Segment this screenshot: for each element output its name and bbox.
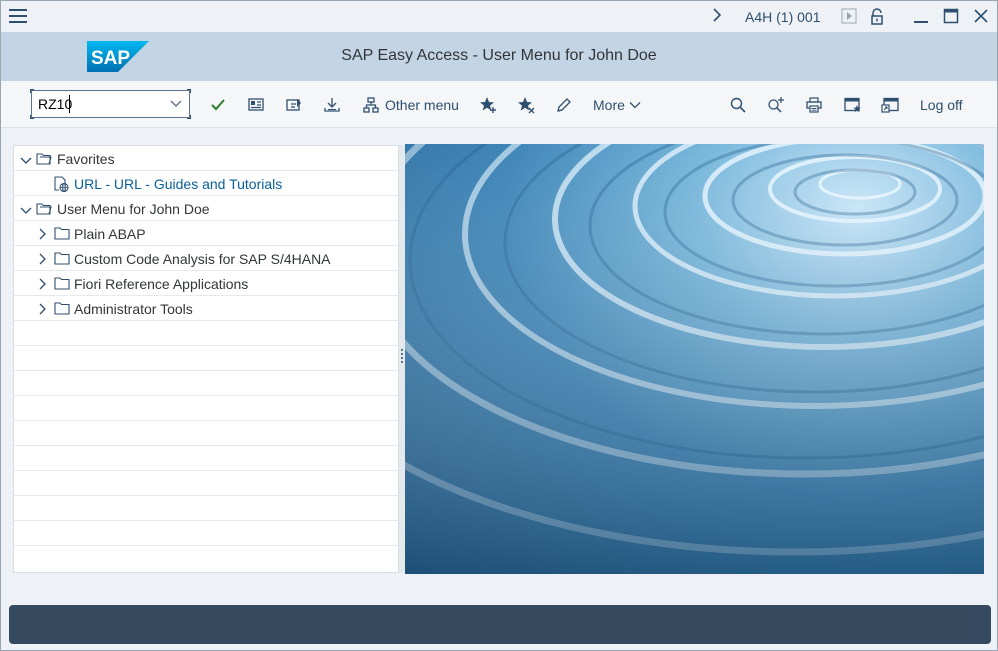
tree-label: Plain ABAP <box>74 226 146 242</box>
folder-icon <box>54 301 70 315</box>
empty-row <box>14 396 398 421</box>
maximize-icon[interactable] <box>943 8 959 24</box>
tree-label: Custom Code Analysis for SAP S/4HANA <box>74 251 331 267</box>
hamburger-icon[interactable] <box>9 9 27 23</box>
folder-icon <box>54 251 70 265</box>
more-label: More <box>593 97 625 113</box>
checkmark-icon <box>211 99 225 111</box>
add-to-favorites-button[interactable] <box>479 95 497 115</box>
tree-row-plain-abap[interactable]: Plain ABAP <box>14 221 398 246</box>
user-menu-tree: Favorites URL - URL - Guides and Tutoria… <box>13 145 399 573</box>
pencil-icon <box>557 98 571 112</box>
continue-search-button[interactable] <box>767 95 785 115</box>
empty-row <box>14 496 398 521</box>
empty-row <box>14 471 398 496</box>
easy-access-background-image <box>405 144 984 574</box>
hierarchy-icon <box>363 97 379 113</box>
empty-row <box>14 321 398 346</box>
web-document-icon <box>53 176 69 193</box>
tree-row-favorites[interactable]: Favorites <box>14 146 398 171</box>
empty-row <box>14 421 398 446</box>
tree-row-admin-tools[interactable]: Administrator Tools <box>14 296 398 321</box>
page-title: SAP Easy Access - User Menu for John Doe <box>341 47 657 64</box>
sap-window: A4H (1) 001 SAP SAP Easy Access - User M… <box>0 0 998 651</box>
empty-row <box>14 546 398 571</box>
download-icon <box>324 98 340 112</box>
empty-row <box>14 371 398 396</box>
delete-favorite-button[interactable] <box>517 95 535 115</box>
search-plus-icon <box>768 97 784 113</box>
id-card-icon <box>248 98 264 111</box>
tree-label: Fiori Reference Applications <box>74 276 249 292</box>
printer-icon <box>806 97 822 113</box>
star-add-icon <box>480 97 496 113</box>
open-folder-icon <box>36 201 52 215</box>
other-menu-label: Other menu <box>385 97 459 113</box>
system-info: A4H (1) 001 <box>745 9 821 25</box>
user-menu-button[interactable] <box>286 95 302 115</box>
tree-label: User Menu for John Doe <box>57 201 210 217</box>
unlock-icon[interactable] <box>869 8 885 25</box>
tree-row-url-guides[interactable]: URL - URL - Guides and Tutorials <box>14 171 398 196</box>
empty-row <box>14 446 398 471</box>
chevron-right-icon[interactable] <box>38 302 48 315</box>
tree-label: Administrator Tools <box>74 301 193 317</box>
chevron-right-icon[interactable] <box>38 227 48 240</box>
shell-header: SAP SAP Easy Access - User Menu for John… <box>1 32 997 81</box>
text-caret <box>69 95 70 113</box>
other-menu-button[interactable]: Other menu <box>363 95 459 115</box>
chevron-right-icon[interactable] <box>38 252 48 265</box>
title-strip: A4H (1) 001 <box>1 1 997 32</box>
star-remove-icon <box>518 97 535 114</box>
print-button[interactable] <box>806 95 822 115</box>
sap-menu-button[interactable] <box>248 95 264 115</box>
search-button[interactable] <box>730 95 746 115</box>
tree-row-user-menu[interactable]: User Menu for John Doe <box>14 196 398 221</box>
status-bar <box>9 605 991 644</box>
change-favorite-button[interactable] <box>556 95 572 115</box>
more-button[interactable]: More <box>593 95 641 115</box>
search-icon <box>730 97 746 113</box>
edit-box-icon <box>286 99 301 111</box>
minimize-icon[interactable] <box>913 8 929 24</box>
tree-row-fiori[interactable]: Fiori Reference Applications <box>14 271 398 296</box>
chevron-down-icon[interactable] <box>20 203 32 214</box>
empty-row <box>14 521 398 546</box>
folder-icon <box>54 276 70 290</box>
download-button[interactable] <box>324 95 340 115</box>
chevron-right-icon[interactable] <box>38 277 48 290</box>
chevron-down-icon[interactable] <box>20 153 32 164</box>
log-off-button[interactable]: Log off <box>920 95 963 115</box>
enter-button[interactable] <box>210 95 226 115</box>
toolbar: RZ10 Other menu More Log off <box>1 81 997 128</box>
tree-label: Favorites <box>57 151 115 167</box>
new-window-button[interactable] <box>844 95 862 115</box>
command-field[interactable]: RZ10 <box>30 89 191 119</box>
log-off-label: Log off <box>920 97 963 113</box>
close-icon[interactable] <box>973 8 989 24</box>
window-shortcut-icon <box>881 97 899 113</box>
tree-label[interactable]: URL - URL - Guides and Tutorials <box>74 176 282 192</box>
window-star-icon <box>844 97 861 112</box>
empty-row <box>14 346 398 371</box>
folder-icon <box>54 226 70 240</box>
play-icon[interactable] <box>841 8 857 24</box>
chevron-down-icon <box>629 102 641 109</box>
chevron-down-icon[interactable] <box>169 96 183 115</box>
open-folder-icon <box>36 151 52 165</box>
generate-shortcut-button[interactable] <box>881 95 899 115</box>
command-field-value[interactable]: RZ10 <box>38 96 72 112</box>
tree-row-custom-code[interactable]: Custom Code Analysis for SAP S/4HANA <box>14 246 398 271</box>
chevron-right-icon[interactable] <box>711 7 723 28</box>
